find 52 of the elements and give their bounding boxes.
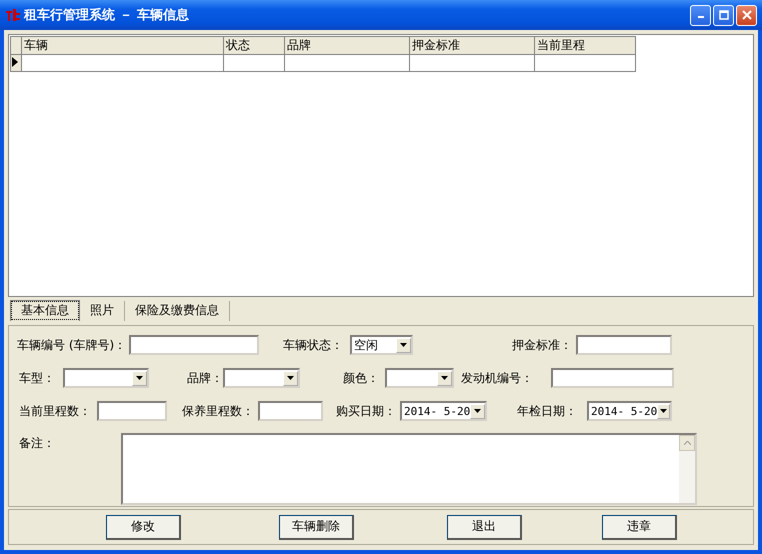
pointer-icon — [12, 57, 18, 67]
action-button[interactable]: 退出 — [447, 514, 522, 540]
field-label: 发动机编号： — [461, 370, 534, 386]
column-header[interactable]: 车辆 — [22, 36, 224, 54]
maximize-button[interactable] — [713, 4, 734, 26]
field-label: 押金标准： — [512, 336, 573, 354]
date-picker[interactable]: 2014- 5-20 — [587, 401, 672, 421]
tab[interactable]: 基本信息 — [10, 300, 80, 321]
dropdown[interactable] — [223, 368, 300, 388]
field-label: 备注： — [19, 435, 55, 452]
field-label: 品牌： — [187, 370, 223, 386]
tab[interactable]: 保险及缴费信息 — [125, 301, 230, 321]
dropdown[interactable]: 空闲 — [350, 335, 413, 355]
input-field[interactable] — [258, 401, 323, 421]
remark-field[interactable] — [121, 433, 697, 505]
input-field[interactable] — [551, 368, 674, 388]
maximize-icon — [718, 10, 728, 20]
table-cell[interactable] — [284, 54, 410, 72]
app-icon — [6, 9, 20, 21]
tab[interactable]: 照片 — [80, 301, 125, 321]
window-title: 租车行管理系统 － 车辆信息 — [24, 6, 190, 24]
table-cell[interactable] — [22, 54, 224, 72]
minimize-button[interactable] — [690, 4, 711, 26]
field-label: 当前里程数： — [19, 402, 92, 420]
row-selector[interactable] — [10, 54, 22, 72]
date-picker[interactable]: 2014- 5-20 — [400, 401, 487, 421]
field-label: 购买日期： — [336, 402, 397, 420]
field-label: 车辆编号 (车牌号)： — [17, 336, 128, 354]
column-header[interactable]: 押金标准 — [410, 36, 534, 54]
input-field[interactable] — [97, 401, 167, 421]
scrollbar[interactable] — [679, 435, 695, 503]
field-label: 年检日期： — [517, 402, 578, 420]
close-icon — [742, 10, 752, 20]
table-cell[interactable] — [224, 54, 284, 72]
field-label: 保养里程数： — [182, 402, 255, 420]
action-button[interactable]: 修改 — [106, 514, 181, 540]
table-cell[interactable] — [534, 54, 636, 72]
dropdown[interactable] — [385, 368, 454, 388]
field-label: 车型： — [19, 370, 56, 386]
input-field[interactable] — [576, 335, 672, 355]
field-label: 车辆状态： — [283, 336, 344, 354]
action-button[interactable]: 车辆删除 — [279, 514, 354, 540]
table-cell[interactable] — [410, 54, 534, 72]
close-button[interactable] — [736, 4, 757, 26]
row-header — [10, 36, 22, 54]
input-field[interactable] — [129, 335, 259, 355]
action-button[interactable]: 违章 — [602, 514, 677, 540]
field-label: 颜色： — [343, 370, 380, 386]
column-header[interactable]: 当前里程 — [534, 36, 636, 54]
column-header[interactable]: 状态 — [224, 36, 284, 54]
dropdown[interactable] — [63, 368, 149, 388]
column-header[interactable]: 品牌 — [284, 36, 410, 54]
